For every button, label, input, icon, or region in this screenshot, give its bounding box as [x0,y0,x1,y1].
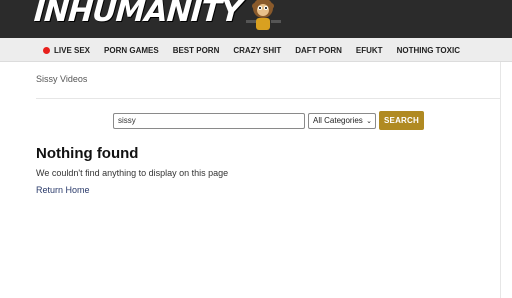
nav-item-efukt[interactable]: EFUKT [356,46,383,55]
live-dot-icon [43,46,50,54]
nav-item-label: DAFT PORN [295,45,342,55]
nav-item-label: LIVE SEX [54,45,91,55]
content-border [500,62,501,298]
return-home-link[interactable]: Return Home [36,185,90,195]
chevron-down-icon: ⌄ [366,117,372,125]
nav-item-porn-games[interactable]: PORN GAMES [104,46,159,55]
nav-item-daft-porn[interactable]: DAFT PORN [295,46,342,55]
nav-item-nothing-toxic[interactable]: NOTHING TOXIC [397,46,460,55]
site-logo[interactable]: INHUMANITY [32,0,285,34]
empty-message: We couldn't find anything to display on … [36,168,229,178]
nav-item-live-sex[interactable]: LIVE SEX [43,46,90,55]
search-button[interactable]: SEARCH [379,111,424,130]
category-select-value: All Categories [313,116,363,125]
logo-text: INHUMANITY [32,0,243,29]
nav-item-label: NOTHING TOXIC [396,45,460,55]
search-input[interactable] [113,112,305,129]
site-header: INHUMANITY [0,0,512,38]
nav-item-crazy-shit[interactable]: CRAZY SHIT [233,46,281,55]
divider [36,98,500,99]
main-nav: LIVE SEX PORN GAMES BEST PORN CRAZY SHIT… [0,38,512,62]
breadcrumb: Sissy Videos [36,74,88,84]
nav-item-label: CRAZY SHIT [233,45,282,55]
monkey-mascot-icon [246,0,282,30]
search-form: All Categories ⌄ SEARCH [113,111,424,130]
page-title: Nothing found [36,145,139,162]
nav-item-label: EFUKT [355,45,383,55]
nav-item-best-porn[interactable]: BEST PORN [173,46,220,55]
nav-item-label: PORN GAMES [104,45,159,55]
nav-item-label: BEST PORN [172,45,220,55]
category-select[interactable]: All Categories ⌄ [308,112,376,129]
